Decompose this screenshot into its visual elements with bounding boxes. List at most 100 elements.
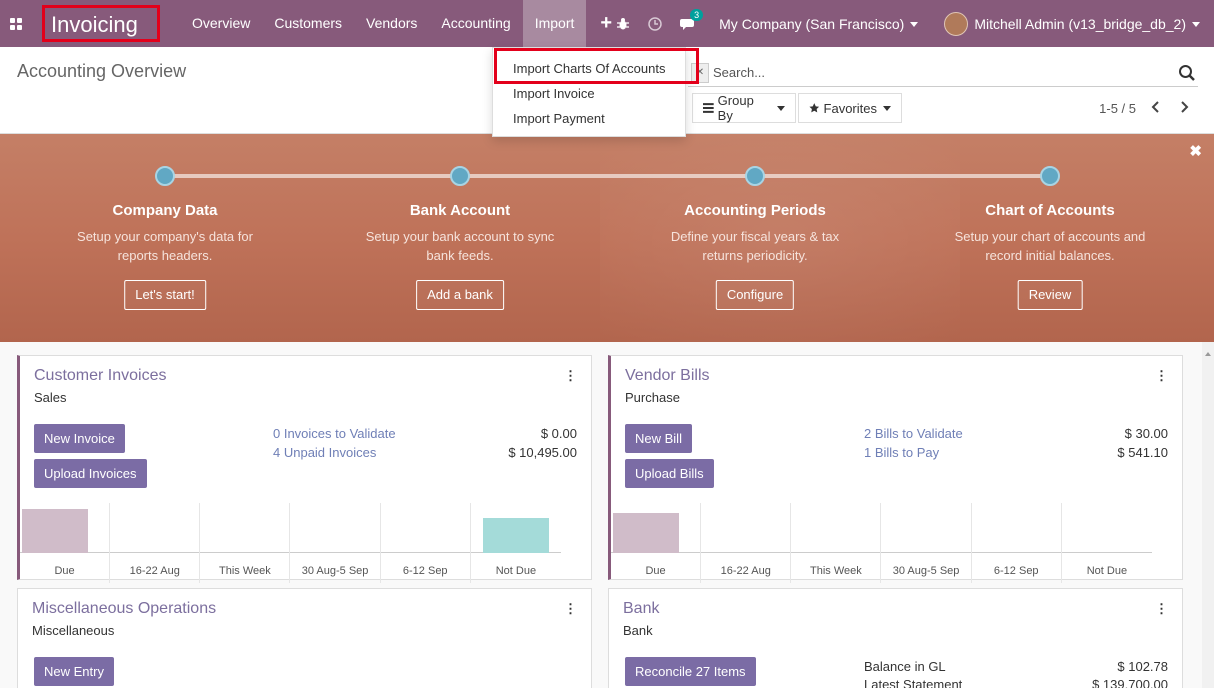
chevron-right-icon[interactable] [1176, 99, 1192, 115]
balance-in-gl-amount: $ 102.78 [1117, 659, 1168, 674]
chart-column[interactable]: Not Due [1062, 503, 1152, 583]
favorites-label: Favorites [823, 100, 877, 116]
chart-bar[interactable] [613, 513, 680, 553]
chart-column[interactable]: 6-12 Sep [381, 503, 471, 583]
unpaid-invoices-link[interactable]: 4 Unpaid Invoices [273, 445, 376, 460]
step-dot [1040, 166, 1060, 186]
kebab-menu-icon[interactable]: ⋮ [564, 368, 577, 384]
favorites-button[interactable]: Favorites [798, 93, 902, 123]
step-dot [450, 166, 470, 186]
chart-tick-label: 16-22 Aug [129, 565, 180, 577]
chart-bar[interactable] [482, 517, 549, 553]
scroll-up-arrow-icon[interactable] [1205, 350, 1211, 358]
bills-to-pay-link[interactable]: 1 Bills to Pay [864, 445, 939, 460]
kebab-menu-icon[interactable]: ⋮ [1155, 601, 1168, 617]
chart-tick-label: This Week [219, 565, 271, 577]
step-title: Chart of Accounts [985, 202, 1115, 219]
chart-column[interactable]: Not Due [471, 503, 561, 583]
chart-column[interactable]: Due [611, 503, 702, 583]
app-title[interactable]: Invoicing [42, 5, 160, 42]
journal-card-customer-invoices: Customer Invoices Sales ⋮ New Invoice Up… [17, 355, 592, 583]
journal-card-vendor-bills: Vendor Bills Purchase ⋮ New Bill Upload … [608, 355, 1183, 583]
menu-vendors[interactable]: Vendors [354, 0, 429, 47]
chart-column[interactable]: 16-22 Aug [701, 503, 792, 583]
step-title: Company Data [112, 202, 218, 219]
menu-overview[interactable]: Overview [180, 0, 262, 47]
journal-title[interactable]: Customer Invoices [34, 367, 167, 385]
upload-invoices-button[interactable]: Upload Invoices [34, 459, 147, 488]
company-switcher[interactable]: My Company (San Francisco) [719, 15, 919, 32]
add-bank-button[interactable]: Add a bank [416, 280, 504, 310]
chart-column[interactable]: Due [20, 503, 111, 583]
new-bill-button[interactable]: New Bill [625, 424, 692, 453]
bug-icon[interactable] [616, 17, 630, 31]
latest-statement-amount: $ 139,700.00 [1092, 677, 1168, 688]
menu-accounting[interactable]: Accounting [429, 0, 522, 47]
user-menu[interactable]: Mitchell Admin (v13_bridge_db_2) [974, 16, 1200, 32]
chart-column[interactable]: 16-22 Aug [110, 503, 201, 583]
journal-title[interactable]: Vendor Bills [625, 367, 710, 385]
search-icon[interactable] [1178, 64, 1196, 82]
journal-title[interactable]: Miscellaneous Operations [32, 600, 216, 618]
chevron-left-icon[interactable] [1148, 99, 1164, 115]
clock-icon[interactable] [648, 16, 662, 31]
chart-tick-label: Not Due [1086, 565, 1128, 577]
menu-item-import-payment[interactable]: Import Payment [513, 111, 605, 126]
menu-customers[interactable]: Customers [262, 0, 354, 47]
apps-menu-icon[interactable] [0, 0, 32, 47]
chart-column[interactable]: This Week [791, 503, 882, 583]
main-menu: Overview Customers Vendors Accounting Im… [180, 0, 626, 47]
step-dot [155, 166, 175, 186]
chevron-down-icon [883, 105, 891, 111]
chart-column[interactable]: This Week [200, 503, 291, 583]
menu-item-import-invoice[interactable]: Import Invoice [513, 86, 595, 101]
journal-title[interactable]: Bank [623, 600, 659, 618]
kebab-menu-icon[interactable]: ⋮ [564, 601, 577, 617]
aging-bar-chart: Due 16-22 Aug This Week 30 Aug-5 Sep 6-12 Se… [20, 503, 561, 583]
journal-subtitle: Sales [34, 390, 67, 405]
chart-tick-label: 30 Aug-5 Sep [892, 565, 960, 577]
chart-tick-label: This Week [810, 565, 862, 577]
close-icon[interactable]: ✖ [1189, 142, 1202, 160]
list-icon [703, 103, 714, 113]
chat-icon[interactable]: 3 [680, 8, 704, 31]
avatar[interactable] [944, 11, 969, 36]
group-by-button[interactable]: Group By [692, 93, 796, 123]
menu-import[interactable]: Import [522, 0, 587, 47]
chevron-down-icon [1192, 22, 1200, 28]
star-icon [809, 103, 820, 113]
upload-bills-button[interactable]: Upload Bills [625, 459, 714, 488]
pager-value[interactable]: 1-5 / 5 [1099, 101, 1136, 116]
kebab-menu-icon[interactable]: ⋮ [1155, 368, 1168, 384]
search-input[interactable]: Search... [713, 65, 1178, 80]
scrollbar[interactable] [1202, 342, 1214, 688]
chart-column[interactable]: 30 Aug-5 Sep [291, 503, 381, 583]
chart-bar[interactable] [22, 509, 89, 553]
lets-start-button[interactable]: Let's start! [124, 280, 206, 310]
review-button[interactable]: Review [1017, 280, 1083, 310]
step-title: Bank Account [409, 202, 511, 219]
step-title: Accounting Periods [684, 202, 826, 219]
progress-line [165, 174, 1050, 178]
chart-tick-label: Not Due [495, 565, 537, 577]
unpaid-invoices-amount: $ 10,495.00 [508, 445, 577, 460]
chart-tick-label: 6-12 Sep [993, 565, 1039, 577]
step-description: Define your fiscal years & tax returns p… [670, 229, 840, 263]
configure-button[interactable]: Configure [715, 280, 795, 310]
step-description: Setup your company's data for reports he… [77, 229, 253, 263]
new-invoice-button[interactable]: New Invoice [34, 424, 125, 453]
highlight-box [494, 48, 699, 84]
chart-column[interactable]: 6-12 Sep [972, 503, 1062, 583]
chart-tick-label: Due [645, 565, 666, 577]
bills-to-validate-link[interactable]: 2 Bills to Validate [864, 426, 963, 441]
new-entry-button[interactable]: New Entry [34, 657, 114, 686]
company-name: My Company (San Francisco) [719, 15, 905, 32]
invoices-to-validate-link[interactable]: 0 Invoices to Validate [273, 426, 396, 441]
reconcile-items-button[interactable]: Reconcile 27 Items [625, 657, 756, 686]
journal-card-bank: Bank Bank ⋮ Reconcile 27 Items Balance i… [608, 588, 1183, 688]
aging-bar-chart: Due 16-22 Aug This Week 30 Aug-5 Sep 6-12 Se… [611, 503, 1152, 583]
chart-column[interactable]: 30 Aug-5 Sep [882, 503, 972, 583]
invoices-to-validate-amount: $ 0.00 [540, 426, 577, 441]
chevron-down-icon [777, 105, 785, 111]
chart-tick-label: 30 Aug-5 Sep [301, 565, 369, 577]
